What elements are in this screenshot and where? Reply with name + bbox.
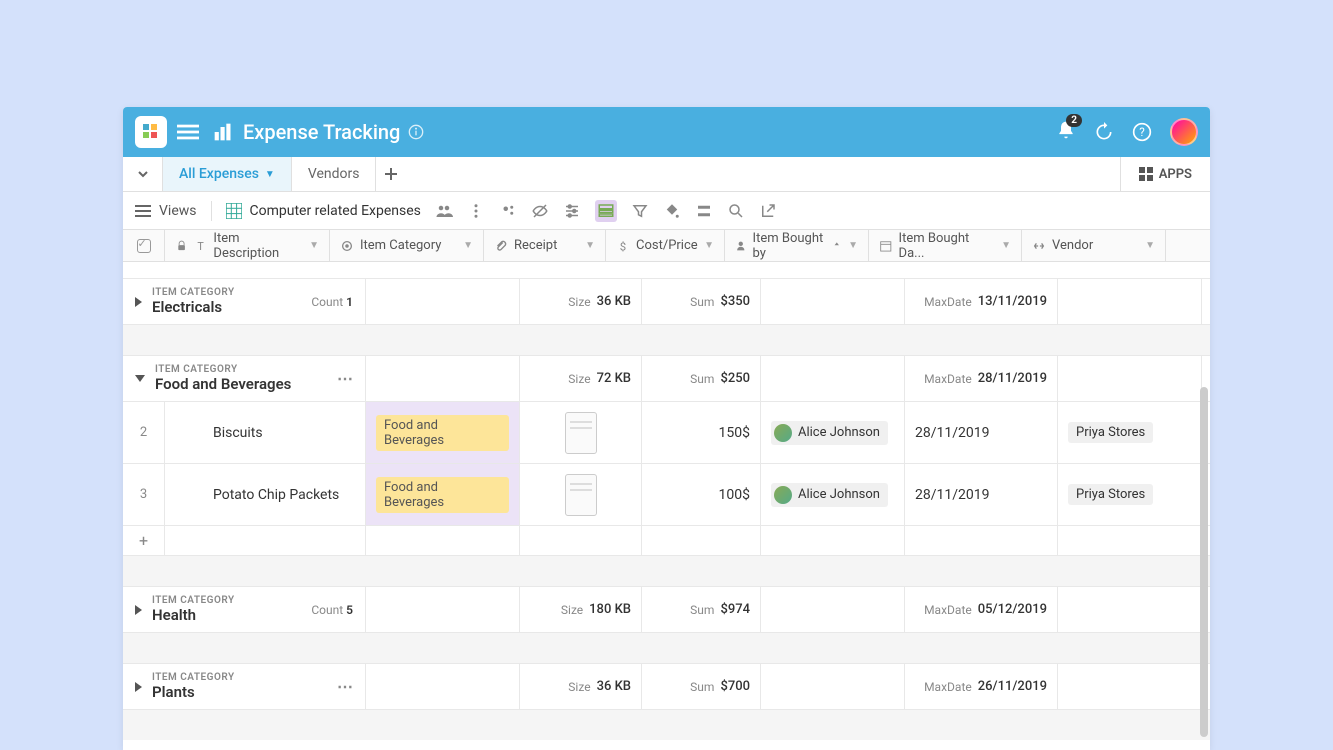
cell-receipt[interactable] bbox=[520, 402, 642, 463]
link-icon bbox=[1032, 239, 1046, 253]
svg-text:T: T bbox=[198, 240, 205, 253]
cell-category[interactable]: Food and Beverages bbox=[366, 402, 520, 463]
cell-receipt[interactable] bbox=[520, 464, 642, 525]
help-icon[interactable]: ? bbox=[1132, 122, 1152, 142]
group-icon[interactable] bbox=[595, 200, 617, 222]
hide-icon[interactable] bbox=[531, 202, 549, 220]
collapse-button[interactable] bbox=[123, 157, 163, 191]
share-icon[interactable] bbox=[499, 202, 517, 220]
more-icon[interactable] bbox=[467, 202, 485, 220]
col-category[interactable]: Item Category▼ bbox=[330, 230, 484, 261]
col-date[interactable]: Item Bought Da...▼ bbox=[869, 230, 1022, 261]
app-logo[interactable] bbox=[135, 116, 167, 148]
info-icon[interactable] bbox=[408, 124, 424, 140]
svg-text:?: ? bbox=[1139, 125, 1145, 139]
user-avatar[interactable] bbox=[1170, 118, 1198, 146]
col-cost[interactable]: $ Cost/Price▼ bbox=[606, 230, 725, 261]
group-health[interactable]: ITEM CATEGORY Health Count 5 Size180 KB … bbox=[123, 586, 1210, 633]
cell-date[interactable]: 28/11/2019 bbox=[905, 402, 1058, 463]
tag-icon bbox=[340, 239, 354, 253]
apps-button[interactable]: APPS bbox=[1120, 157, 1210, 191]
page-title: Expense Tracking bbox=[243, 120, 400, 144]
data-table: T Item Description▼ Item Category▼ Recei… bbox=[123, 230, 1210, 740]
cell-bought-by[interactable]: Alice Johnson bbox=[761, 464, 905, 525]
filter-icon[interactable] bbox=[631, 202, 649, 220]
settings-icon[interactable] bbox=[563, 202, 581, 220]
cell-cost[interactable]: 100$ bbox=[642, 464, 761, 525]
toolbar: Views Computer related Expenses bbox=[123, 192, 1210, 230]
tabs-bar: All Expenses ▼ Vendors APPS bbox=[123, 157, 1210, 192]
expand-icon[interactable] bbox=[135, 297, 142, 307]
more-icon[interactable]: ⋯ bbox=[337, 677, 353, 696]
group-food[interactable]: ITEM CATEGORY Food and Beverages ⋯ Size7… bbox=[123, 355, 1210, 402]
cell-date[interactable]: 28/11/2019 bbox=[905, 464, 1058, 525]
add-row-button[interactable]: + bbox=[123, 526, 165, 555]
group-plants[interactable]: ITEM CATEGORY Plants ⋯ Size36 KB Sum$700… bbox=[123, 663, 1210, 710]
notifications-button[interactable]: 2 bbox=[1056, 120, 1076, 144]
expand-icon[interactable] bbox=[135, 682, 142, 692]
col-description[interactable]: T Item Description▼ bbox=[165, 230, 330, 261]
app-window: Expense Tracking 2 ? All Expenses ▼ Vend… bbox=[123, 107, 1210, 750]
notification-badge: 2 bbox=[1066, 114, 1082, 127]
search-icon[interactable] bbox=[727, 202, 745, 220]
row-height-icon[interactable] bbox=[695, 202, 713, 220]
dollar-icon: $ bbox=[616, 239, 630, 253]
col-receipt[interactable]: Receipt▼ bbox=[484, 230, 606, 261]
vertical-scrollbar[interactable] bbox=[1200, 387, 1208, 737]
history-icon[interactable] bbox=[1094, 122, 1114, 142]
receipt-thumbnail[interactable] bbox=[565, 412, 597, 454]
tab-all-expenses[interactable]: All Expenses ▼ bbox=[163, 157, 292, 191]
more-icon[interactable]: ⋯ bbox=[337, 369, 353, 388]
column-headers: T Item Description▼ Item Category▼ Recei… bbox=[123, 230, 1210, 262]
tab-vendors[interactable]: Vendors bbox=[292, 157, 377, 191]
views-button[interactable]: Views bbox=[135, 203, 197, 219]
menu-icon[interactable] bbox=[177, 121, 199, 143]
add-row: + bbox=[123, 526, 1210, 556]
add-tab-button[interactable] bbox=[376, 157, 406, 191]
attachment-icon bbox=[494, 239, 508, 253]
calendar-icon bbox=[879, 239, 893, 253]
text-icon: T bbox=[194, 239, 207, 253]
group-electricals[interactable]: ITEM CATEGORY Electricals Count 1 Size36… bbox=[123, 278, 1210, 325]
collapse-icon[interactable] bbox=[135, 375, 145, 382]
people-icon[interactable] bbox=[435, 202, 453, 220]
cell-vendor[interactable]: Priya Stores bbox=[1058, 464, 1202, 525]
avatar bbox=[774, 486, 792, 504]
expand-icon[interactable] bbox=[135, 605, 142, 615]
cell-cost[interactable]: 150$ bbox=[642, 402, 761, 463]
table-row[interactable]: 3 Potato Chip Packets Food and Beverages… bbox=[123, 464, 1210, 526]
view-name[interactable]: Computer related Expenses bbox=[226, 203, 421, 219]
grid-icon bbox=[226, 203, 242, 219]
receipt-thumbnail[interactable] bbox=[565, 474, 597, 516]
color-icon[interactable] bbox=[663, 202, 681, 220]
chart-icon bbox=[213, 122, 233, 142]
cell-bought-by[interactable]: Alice Johnson bbox=[761, 402, 905, 463]
export-icon[interactable] bbox=[759, 202, 777, 220]
avatar bbox=[774, 424, 792, 442]
svg-text:$: $ bbox=[620, 239, 626, 253]
table-row[interactable]: 2 Biscuits Food and Beverages 150$ Alice… bbox=[123, 402, 1210, 464]
sort-icon bbox=[831, 239, 843, 253]
cell-description[interactable]: Potato Chip Packets bbox=[165, 464, 366, 525]
cell-vendor[interactable]: Priya Stores bbox=[1058, 402, 1202, 463]
cell-description[interactable]: Biscuits bbox=[165, 402, 366, 463]
col-bought-by[interactable]: Item Bought by ▼ bbox=[725, 230, 869, 261]
col-vendor[interactable]: Vendor▼ bbox=[1022, 230, 1166, 261]
col-checkbox[interactable] bbox=[123, 230, 165, 261]
cell-category[interactable]: Food and Beverages bbox=[366, 464, 520, 525]
lock-icon bbox=[175, 239, 188, 253]
header: Expense Tracking 2 ? bbox=[123, 107, 1210, 157]
person-icon bbox=[735, 239, 747, 253]
